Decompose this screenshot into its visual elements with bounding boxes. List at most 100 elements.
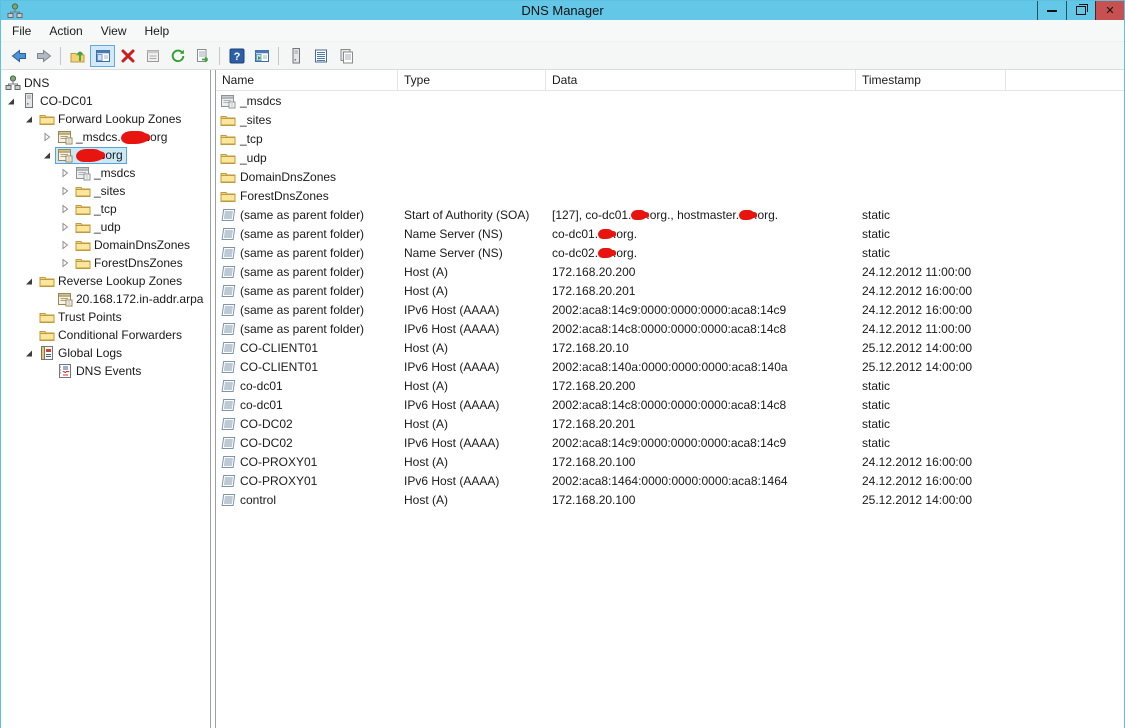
- expand-arrow-icon[interactable]: [39, 129, 55, 145]
- menu-view[interactable]: View: [92, 21, 136, 41]
- menu-help[interactable]: Help: [136, 21, 179, 41]
- record-icon: [220, 283, 236, 299]
- menu-action[interactable]: Action: [40, 21, 91, 41]
- table-row-co-client01-host-a[interactable]: CO-CLIENT01Host (A)172.168.20.1025.12.20…: [216, 338, 1124, 357]
- minimize-button[interactable]: [1037, 1, 1066, 20]
- table-row-udp[interactable]: _udp: [216, 148, 1124, 167]
- table-row-co-proxy01-ipv6-host-aaaa[interactable]: CO-PROXY01IPv6 Host (AAAA)2002:aca8:1464…: [216, 471, 1124, 490]
- records-list-tool-button[interactable]: [308, 45, 333, 67]
- collapse-arrow-icon[interactable]: [21, 345, 37, 361]
- new-window-button[interactable]: [249, 45, 274, 67]
- restore-button[interactable]: [1066, 1, 1095, 20]
- minimize-icon: [1047, 10, 1057, 12]
- tree-node-box: ForestDnsZones: [73, 255, 187, 272]
- tree-item-tcp[interactable]: _tcp: [1, 200, 210, 218]
- table-row-same-as-parent-folder-ipv6-host-aaaa[interactable]: (same as parent folder)IPv6 Host (AAAA)2…: [216, 300, 1124, 319]
- tree-item-udp[interactable]: _udp: [1, 218, 210, 236]
- cell-type: IPv6 Host (AAAA): [398, 303, 546, 317]
- toolbar-separator: [278, 47, 279, 65]
- table-row-same-as-parent-folder-host-a[interactable]: (same as parent folder)Host (A)172.168.2…: [216, 262, 1124, 281]
- menu-file[interactable]: File: [3, 21, 40, 41]
- table-row-co-dc01-ipv6-host-aaaa[interactable]: co-dc01IPv6 Host (AAAA)2002:aca8:14c8:00…: [216, 395, 1124, 414]
- help-button[interactable]: ?: [224, 45, 249, 67]
- table-row-forestdnszones[interactable]: ForestDnsZones: [216, 186, 1124, 205]
- cell-name: _msdcs: [216, 93, 398, 109]
- refresh-button[interactable]: [165, 45, 190, 67]
- column-header-data[interactable]: Data: [546, 70, 856, 90]
- expand-arrow-icon[interactable]: [57, 183, 73, 199]
- collapse-arrow-icon[interactable]: [21, 273, 37, 289]
- table-row-co-dc02-host-a[interactable]: CO-DC02Host (A)172.168.20.201static: [216, 414, 1124, 433]
- table-row-same-as-parent-folder-start-of-authority-soa[interactable]: (same as parent folder)Start of Authorit…: [216, 205, 1124, 224]
- table-row-same-as-parent-folder-host-a[interactable]: (same as parent folder)Host (A)172.168.2…: [216, 281, 1124, 300]
- export-list-icon: [195, 48, 211, 64]
- table-row-co-proxy01-host-a[interactable]: CO-PROXY01Host (A)172.168.20.10024.12.20…: [216, 452, 1124, 471]
- tree-item-domaindnszones[interactable]: DomainDnsZones: [1, 236, 210, 254]
- table-row-co-dc01-host-a[interactable]: co-dc01Host (A)172.168.20.200static: [216, 376, 1124, 395]
- tree-node-box: 20.168.172.in-addr.arpa: [55, 291, 207, 308]
- expand-arrow-icon[interactable]: [57, 165, 73, 181]
- restore-icon: [1076, 6, 1086, 15]
- column-header-timestamp[interactable]: Timestamp: [856, 70, 1006, 90]
- table-row-co-dc02-ipv6-host-aaaa[interactable]: CO-DC02IPv6 Host (AAAA)2002:aca8:14c9:00…: [216, 433, 1124, 452]
- table-row-tcp[interactable]: _tcp: [216, 129, 1124, 148]
- expand-arrow-icon[interactable]: [57, 201, 73, 217]
- column-header-type[interactable]: Type: [398, 70, 546, 90]
- cell-data: co-dc01..org.: [546, 227, 856, 241]
- table-row-same-as-parent-folder-ipv6-host-aaaa[interactable]: (same as parent folder)IPv6 Host (AAAA)2…: [216, 319, 1124, 338]
- collapse-arrow-icon[interactable]: [3, 93, 19, 109]
- tree-item-co-dc01[interactable]: CO-DC01: [1, 92, 210, 110]
- tree-item-reverse-lookup-zones[interactable]: Reverse Lookup Zones: [1, 272, 210, 290]
- tree-item-org[interactable]: .org: [1, 146, 210, 164]
- tree-item-msdcs-org[interactable]: _msdcs..org: [1, 128, 210, 146]
- clipboard-tool-button[interactable]: [333, 45, 358, 67]
- column-header-name[interactable]: Name: [216, 70, 398, 90]
- properties-icon: [145, 48, 161, 64]
- cell-data: 172.168.20.10: [546, 341, 856, 355]
- table-row-same-as-parent-folder-name-server-ns[interactable]: (same as parent folder)Name Server (NS)c…: [216, 224, 1124, 243]
- cell-timestamp: 24.12.2012 16:00:00: [856, 474, 1006, 488]
- tree-item-conditional-forwarders[interactable]: Conditional Forwarders: [1, 326, 210, 344]
- tree-item-label: ForestDnsZones: [94, 256, 183, 270]
- show-console-tree-button[interactable]: [90, 45, 115, 67]
- tree-node-box: _udp: [73, 219, 125, 236]
- server-tool-button[interactable]: [283, 45, 308, 67]
- tree-item-20-168-172-in-addr-arpa[interactable]: 20.168.172.in-addr.arpa: [1, 290, 210, 308]
- table-row-control-host-a[interactable]: controlHost (A)172.168.20.10025.12.2012 …: [216, 490, 1124, 509]
- up-one-level-button[interactable]: [65, 45, 90, 67]
- delete-button[interactable]: [115, 45, 140, 67]
- table-row-sites[interactable]: _sites: [216, 110, 1124, 129]
- tree-item-forestdnszones[interactable]: ForestDnsZones: [1, 254, 210, 272]
- collapse-arrow-icon[interactable]: [21, 111, 37, 127]
- collapse-arrow-icon[interactable]: [39, 147, 55, 163]
- export-list-button[interactable]: [190, 45, 215, 67]
- table-row-same-as-parent-folder-name-server-ns[interactable]: (same as parent folder)Name Server (NS)c…: [216, 243, 1124, 262]
- cell-type: IPv6 Host (AAAA): [398, 436, 546, 450]
- properties-button[interactable]: [140, 45, 165, 67]
- cell-type: Host (A): [398, 284, 546, 298]
- record-name: (same as parent folder): [240, 227, 364, 241]
- table-row-msdcs[interactable]: _msdcs: [216, 91, 1124, 110]
- tree-item-trust-points[interactable]: Trust Points: [1, 308, 210, 326]
- tree-item-dns[interactable]: DNS: [1, 74, 210, 92]
- table-row-co-client01-ipv6-host-aaaa[interactable]: CO-CLIENT01IPv6 Host (AAAA)2002:aca8:140…: [216, 357, 1124, 376]
- back-button[interactable]: [6, 45, 31, 67]
- tree-item-dns-events[interactable]: DNS Events: [1, 362, 210, 380]
- cell-name: co-dc01: [216, 378, 398, 394]
- folder-icon: [38, 111, 55, 127]
- cell-type: Host (A): [398, 379, 546, 393]
- tree-item-sites[interactable]: _sites: [1, 182, 210, 200]
- tree-item-msdcs[interactable]: _msdcs: [1, 164, 210, 182]
- cell-timestamp: static: [856, 436, 1006, 450]
- record-name: _sites: [240, 113, 271, 127]
- folder-icon: [220, 112, 236, 128]
- tree-item-global-logs[interactable]: Global Logs: [1, 344, 210, 362]
- forward-button[interactable]: [31, 45, 56, 67]
- tree-item-forward-lookup-zones[interactable]: Forward Lookup Zones: [1, 110, 210, 128]
- expand-arrow-icon[interactable]: [57, 255, 73, 271]
- expand-arrow-icon[interactable]: [57, 219, 73, 235]
- expand-arrow-icon[interactable]: [57, 237, 73, 253]
- tree-item-label: Forward Lookup Zones: [58, 112, 181, 126]
- table-row-domaindnszones[interactable]: DomainDnsZones: [216, 167, 1124, 186]
- close-button[interactable]: ✕: [1095, 1, 1124, 20]
